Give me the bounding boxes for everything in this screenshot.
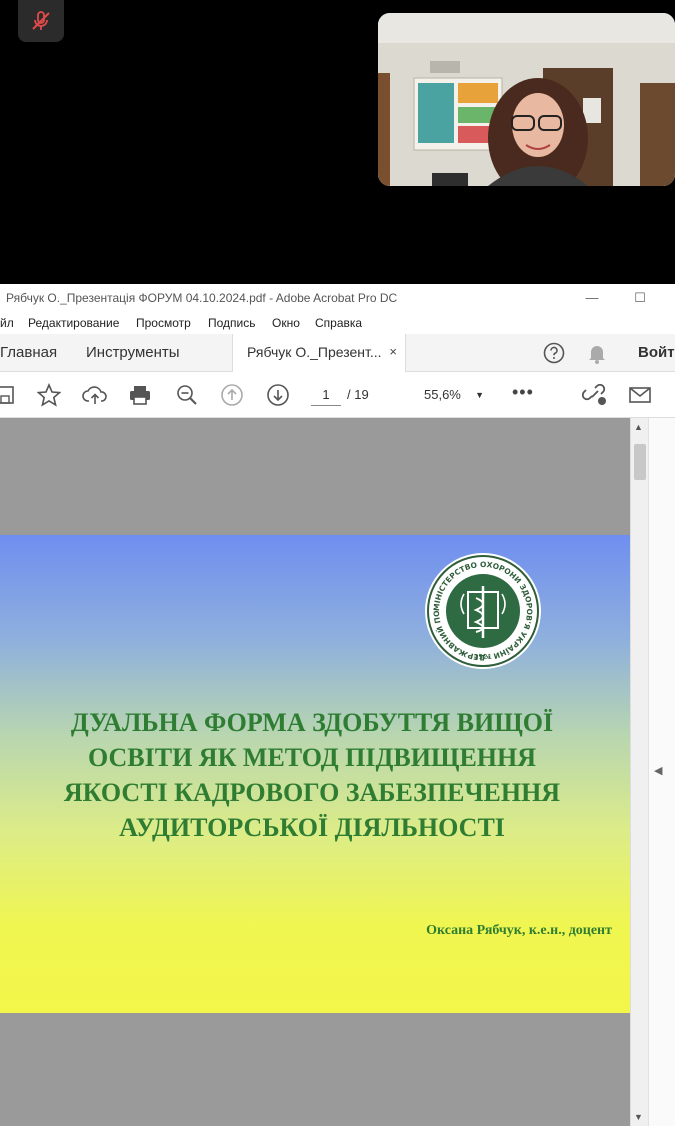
- minimize-button[interactable]: —: [582, 288, 602, 308]
- scroll-down-icon[interactable]: ▼: [634, 1112, 643, 1122]
- link-icon[interactable]: [582, 383, 608, 407]
- menu-help[interactable]: Справка: [315, 316, 362, 330]
- tab-document[interactable]: Рябчук О._Презент... ×: [232, 334, 406, 372]
- slide-title-line: АУДИТОРСЬКОЇ ДІЯЛЬНОСТІ: [119, 813, 505, 842]
- slide-author: Оксана Рябчук, к.е.н., доцент: [426, 923, 612, 938]
- bookmark-star-icon[interactable]: [36, 383, 62, 407]
- sign-in-button[interactable]: Войт: [638, 344, 675, 361]
- vertical-scrollbar[interactable]: ▲ ▼: [630, 418, 648, 1126]
- menu-file[interactable]: йл: [0, 316, 14, 330]
- document-viewer[interactable]: МІНІСТЕРСТВО ОХОРОНИ ЗДОРОВ'Я УКРАЇНИ «Д…: [0, 418, 630, 1126]
- acrobat-window: Рябчук О._Презентація ФОРУМ 04.10.2024.p…: [0, 284, 675, 1126]
- bell-icon[interactable]: [587, 342, 607, 368]
- slide-title-line: ЯКОСТІ КАДРОВОГО ЗАБЕЗПЕЧЕННЯ: [63, 778, 561, 807]
- page-number-input[interactable]: 1: [311, 384, 341, 406]
- cloud-upload-icon[interactable]: [82, 383, 108, 407]
- toolbar: 1 / 19 55,6% ▼ •••: [0, 372, 675, 418]
- next-page-icon[interactable]: [265, 383, 291, 407]
- menu-sign[interactable]: Подпись: [208, 316, 256, 330]
- slide-title-line: ДУАЛЬНА ФОРМА ЗДОБУТТЯ ВИЩОЇ: [70, 708, 554, 737]
- more-tools-button[interactable]: •••: [512, 382, 534, 403]
- tab-bar: Главная Инструменты Рябчук О._Презент...…: [0, 334, 675, 372]
- participant-video[interactable]: [378, 13, 675, 186]
- scroll-up-icon[interactable]: ▲: [634, 422, 643, 432]
- close-tab-icon[interactable]: ×: [389, 344, 397, 359]
- menu-window[interactable]: Окно: [272, 316, 300, 330]
- expand-panel-icon[interactable]: ◀: [654, 764, 662, 777]
- slide-title: ДУАЛЬНА ФОРМА ЗДОБУТТЯ ВИЩОЇ ОСВІТИ ЯК М…: [22, 705, 602, 845]
- print-icon[interactable]: [127, 383, 153, 407]
- email-icon[interactable]: [627, 383, 653, 407]
- save-icon[interactable]: [0, 383, 18, 407]
- menu-edit[interactable]: Редактирование: [28, 316, 119, 330]
- scroll-thumb[interactable]: [634, 444, 646, 480]
- zoom-out-icon[interactable]: [174, 383, 200, 407]
- previous-page-icon[interactable]: [219, 383, 245, 407]
- menu-bar: йл Редактирование Просмотр Подпись Окно …: [0, 312, 675, 334]
- window-title: Рябчук О._Презентація ФОРУМ 04.10.2024.p…: [6, 291, 398, 305]
- slide-title-line: ОСВІТИ ЯК МЕТОД ПІДВИЩЕННЯ: [87, 743, 537, 772]
- tab-document-label: Рябчук О._Презент...: [247, 344, 382, 360]
- tab-home[interactable]: Главная: [0, 344, 57, 361]
- seal-year: 1921: [474, 653, 492, 661]
- menu-view[interactable]: Просмотр: [136, 316, 191, 330]
- zoom-select[interactable]: 55,6% ▼: [412, 384, 492, 406]
- mic-muted-icon: [32, 11, 50, 30]
- mic-muted-button[interactable]: [18, 0, 64, 42]
- right-tools-panel: ◀: [648, 418, 675, 1126]
- pdf-page-slide: МІНІСТЕРСТВО ОХОРОНИ ЗДОРОВ'Я УКРАЇНИ «Д…: [0, 535, 630, 1013]
- help-icon[interactable]: [543, 342, 565, 368]
- maximize-button[interactable]: ☐: [630, 288, 650, 308]
- title-bar: Рябчук О._Презентація ФОРУМ 04.10.2024.p…: [0, 284, 675, 312]
- tab-tools[interactable]: Инструменты: [86, 344, 180, 361]
- chevron-down-icon: ▼: [475, 390, 484, 400]
- video-call-area: [0, 0, 675, 284]
- page-total: / 19: [347, 387, 369, 402]
- university-seal-icon: МІНІСТЕРСТВО ОХОРОНИ ЗДОРОВ'Я УКРАЇНИ «Д…: [421, 545, 542, 670]
- zoom-value: 55,6%: [424, 387, 461, 402]
